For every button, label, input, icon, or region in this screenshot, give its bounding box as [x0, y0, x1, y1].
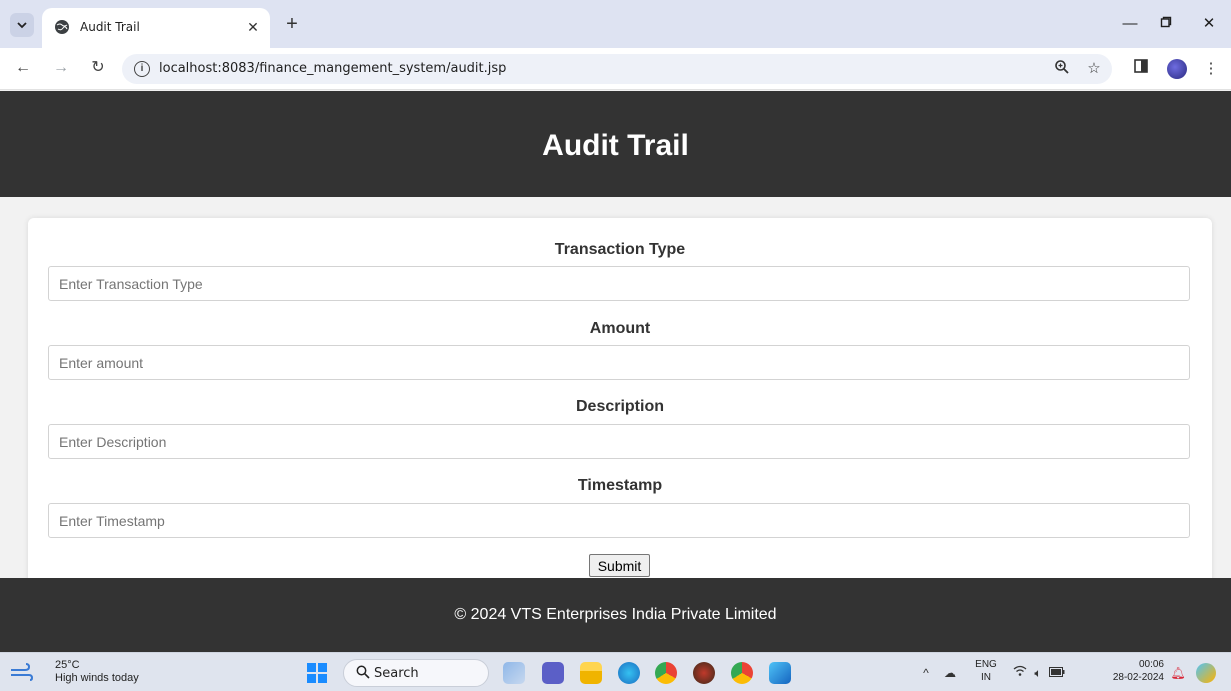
close-window-icon[interactable]: ✕ — [1199, 14, 1219, 34]
notification-bell-icon[interactable]: 🔔︎ — [1170, 665, 1186, 681]
zoom-icon[interactable] — [1052, 59, 1072, 79]
footer-copyright: © 2024 VTS Enterprises India Private Lim… — [454, 606, 777, 623]
address-bar[interactable]: i localhost:8083/finance_mangement_syste… — [122, 54, 1112, 84]
side-panel-icon[interactable] — [1130, 58, 1152, 80]
tab-search-button[interactable] — [10, 13, 34, 37]
profile-avatar[interactable] — [1167, 59, 1187, 79]
windows-start-icon[interactable] — [307, 663, 327, 683]
site-footer: © 2024 VTS Enterprises India Private Lim… — [0, 578, 1231, 652]
new-tab-button[interactable]: + — [280, 13, 304, 37]
page-title: Audit Trail — [542, 129, 689, 162]
amount-input[interactable] — [48, 345, 1190, 380]
wifi-icon[interactable] — [1012, 665, 1028, 681]
submit-button[interactable]: Submit — [589, 554, 650, 577]
chevron-up-icon[interactable]: ^ — [918, 665, 934, 681]
copilot-icon[interactable] — [1196, 663, 1216, 683]
timestamp-label: Timestamp — [577, 477, 663, 494]
page-viewport: Audit Trail Transaction Type Amount Desc… — [0, 91, 1231, 652]
cat-widget-icon[interactable] — [503, 662, 525, 684]
volume-icon[interactable]: 🔈︎ — [1030, 665, 1046, 681]
more-menu-icon[interactable]: ⋮ — [1200, 58, 1222, 80]
photos-icon[interactable] — [769, 662, 791, 684]
globe-icon — [55, 20, 69, 34]
weather-temperature[interactable]: 25°C — [55, 659, 80, 671]
transaction-type-input[interactable] — [48, 266, 1190, 301]
site-header: Audit Trail — [0, 91, 1231, 197]
chevron-down-icon — [17, 22, 27, 29]
close-tab-icon[interactable]: ✕ — [245, 19, 261, 35]
browser-toolbar: ← → ↻ i localhost:8083/finance_mangement… — [0, 48, 1231, 90]
wind-icon[interactable] — [9, 663, 33, 681]
search-icon — [356, 665, 372, 681]
back-arrow-icon[interactable]: ← — [12, 57, 34, 79]
battery-icon[interactable] — [1049, 665, 1065, 681]
reload-icon[interactable]: ↻ — [87, 57, 109, 79]
clock-date[interactable]: 28-02-2024 — [1086, 672, 1164, 683]
file-explorer-icon[interactable] — [580, 662, 602, 684]
search-label: Search — [374, 666, 419, 681]
tab-title: Audit Trail — [80, 20, 140, 34]
cloud-icon[interactable]: ☁ — [942, 665, 958, 681]
clock-time[interactable]: 00:06 — [1086, 659, 1164, 670]
restore-icon[interactable] — [1156, 14, 1176, 34]
weather-description[interactable]: High winds today — [55, 672, 139, 684]
chrome-icon[interactable] — [655, 662, 677, 684]
bookmark-star-icon[interactable]: ☆ — [1084, 59, 1104, 79]
language-code[interactable]: ENG — [972, 659, 1000, 670]
language-region[interactable]: IN — [972, 672, 1000, 683]
app-emblem-icon[interactable] — [693, 662, 715, 684]
description-input[interactable] — [48, 424, 1190, 459]
transaction-type-label: Transaction Type — [554, 241, 686, 258]
amount-label: Amount — [589, 320, 651, 337]
browser-tab-bar: Audit Trail ✕ + — ✕ — [0, 0, 1231, 48]
taskbar-search[interactable]: Search — [343, 659, 489, 687]
audit-form: Transaction Type Amount Description Time… — [28, 218, 1212, 598]
url-text[interactable]: localhost:8083/finance_mangement_system/… — [159, 61, 506, 76]
windows-taskbar: 25°C High winds today Search ^ ☁ ENG IN … — [0, 652, 1231, 691]
description-label: Description — [575, 398, 664, 415]
minimize-icon[interactable]: — — [1120, 14, 1140, 34]
edge-browser-icon[interactable] — [618, 662, 640, 684]
timestamp-input[interactable] — [48, 503, 1190, 538]
browser-tab-active[interactable]: Audit Trail ✕ — [42, 8, 270, 48]
chrome-profile-icon[interactable] — [731, 662, 753, 684]
teams-icon[interactable] — [542, 662, 564, 684]
forward-arrow-icon[interactable]: → — [50, 57, 72, 79]
site-info-icon[interactable]: i — [134, 61, 150, 77]
